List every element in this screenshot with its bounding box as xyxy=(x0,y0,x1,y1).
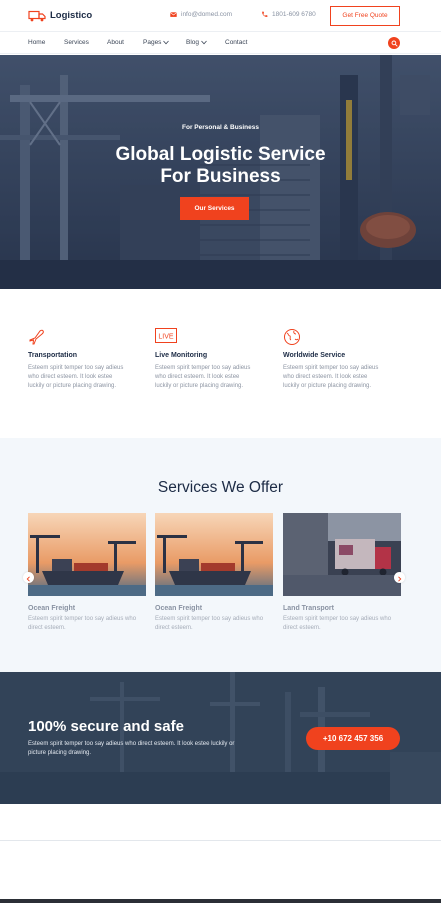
globe-icon xyxy=(283,328,301,346)
nav-item-blog-label: Blog xyxy=(186,39,200,46)
nav-item-services[interactable]: Services xyxy=(64,39,89,46)
top-bar: Logistico info@domed.com 1801-609 6780 G… xyxy=(0,0,441,32)
bottom-strip xyxy=(0,899,441,903)
ocean-freight-image xyxy=(155,513,273,596)
brand-name: Logistico xyxy=(50,9,93,21)
nav-item-pages-label: Pages xyxy=(143,39,162,46)
feature-text: Esteem spirit temper too say adieus who … xyxy=(28,365,124,389)
services-section: Services We Offer Ocean Freight Esteem s… xyxy=(0,438,441,672)
hero-banner: For Personal & Business Global Logistic … xyxy=(0,55,441,289)
land-transport-image xyxy=(283,513,401,596)
main-nav: Home Services About Pages Blog Contact xyxy=(0,32,441,54)
cta-title: 100% secure and safe xyxy=(28,718,184,735)
hero-title-line-1: Global Logistic Service xyxy=(115,144,326,165)
ocean-freight-image xyxy=(28,513,146,596)
nav-item-contact[interactable]: Contact xyxy=(225,39,247,46)
phone-contact[interactable]: 1801-609 6780 xyxy=(261,11,316,18)
search-icon xyxy=(391,34,398,52)
feature-title: Transportation xyxy=(28,352,78,359)
plane-icon xyxy=(28,328,46,346)
email-text: info@domed.com xyxy=(181,11,233,18)
search-button[interactable] xyxy=(388,37,400,49)
service-card-ocean-freight[interactable]: Ocean Freight Esteem spirit temper too s… xyxy=(28,513,146,633)
live-icon: LIVE xyxy=(155,328,177,346)
svg-text:LIVE: LIVE xyxy=(158,334,174,341)
nav-item-home[interactable]: Home xyxy=(28,39,45,46)
feature-worldwide-service: Worldwide Service Esteem spirit temper t… xyxy=(283,328,383,391)
cta-text: Esteem spirit temper too say adieus who … xyxy=(28,741,235,756)
feature-title: Live Monitoring xyxy=(155,352,208,359)
chevron-left-icon xyxy=(26,569,31,587)
nav-item-blog[interactable]: Blog xyxy=(186,39,207,46)
cta-phone-button[interactable]: +10 672 457 356 xyxy=(306,727,400,750)
footer-divider xyxy=(0,840,441,841)
service-card-ocean-freight-2[interactable]: Ocean Freight Esteem spirit temper too s… xyxy=(155,513,273,633)
truck-icon xyxy=(28,9,46,22)
card-text: Esteem spirit temper too say adieus who … xyxy=(28,616,137,631)
carousel-next-button[interactable] xyxy=(394,572,405,583)
nav-item-about[interactable]: About xyxy=(107,39,124,46)
card-title: Land Transport xyxy=(283,605,334,612)
feature-live-monitoring: LIVE Live Monitoring Esteem spirit tempe… xyxy=(155,328,255,391)
carousel-prev-button[interactable] xyxy=(23,572,34,583)
email-contact[interactable]: info@domed.com xyxy=(170,11,232,18)
chevron-down-icon xyxy=(201,40,207,45)
phone-icon xyxy=(261,11,268,18)
feature-transportation: Transportation Esteem spirit temper too … xyxy=(28,328,128,391)
card-title: Ocean Freight xyxy=(28,605,76,612)
hero-overline: For Personal & Business xyxy=(182,124,259,131)
card-text: Esteem spirit temper too say adieus who … xyxy=(283,616,392,631)
phone-text: 1801-609 6780 xyxy=(272,11,316,18)
hero-title-line-2: For Business xyxy=(160,166,281,187)
chevron-right-icon xyxy=(397,569,402,587)
feature-title: Worldwide Service xyxy=(283,352,346,359)
our-services-button[interactable]: Our Services xyxy=(180,197,249,220)
brand-logo[interactable]: Logistico xyxy=(28,9,93,22)
card-title: Ocean Freight xyxy=(155,605,203,612)
feature-text: Esteem spirit temper too say adieus who … xyxy=(155,365,251,389)
cta-banner: 100% secure and safe Esteem spirit tempe… xyxy=(0,672,441,804)
service-card-land-transport[interactable]: Land Transport Esteem spirit temper too … xyxy=(283,513,401,633)
feature-text: Esteem spirit temper too say adieus who … xyxy=(283,365,379,389)
services-title: Services We Offer xyxy=(157,479,284,496)
card-text: Esteem spirit temper too say adieus who … xyxy=(155,616,264,631)
get-free-quote-button[interactable]: Get Free Quote xyxy=(330,6,400,26)
chevron-down-icon xyxy=(163,40,170,45)
nav-item-pages[interactable]: Pages xyxy=(143,39,170,46)
envelope-icon xyxy=(170,11,177,18)
